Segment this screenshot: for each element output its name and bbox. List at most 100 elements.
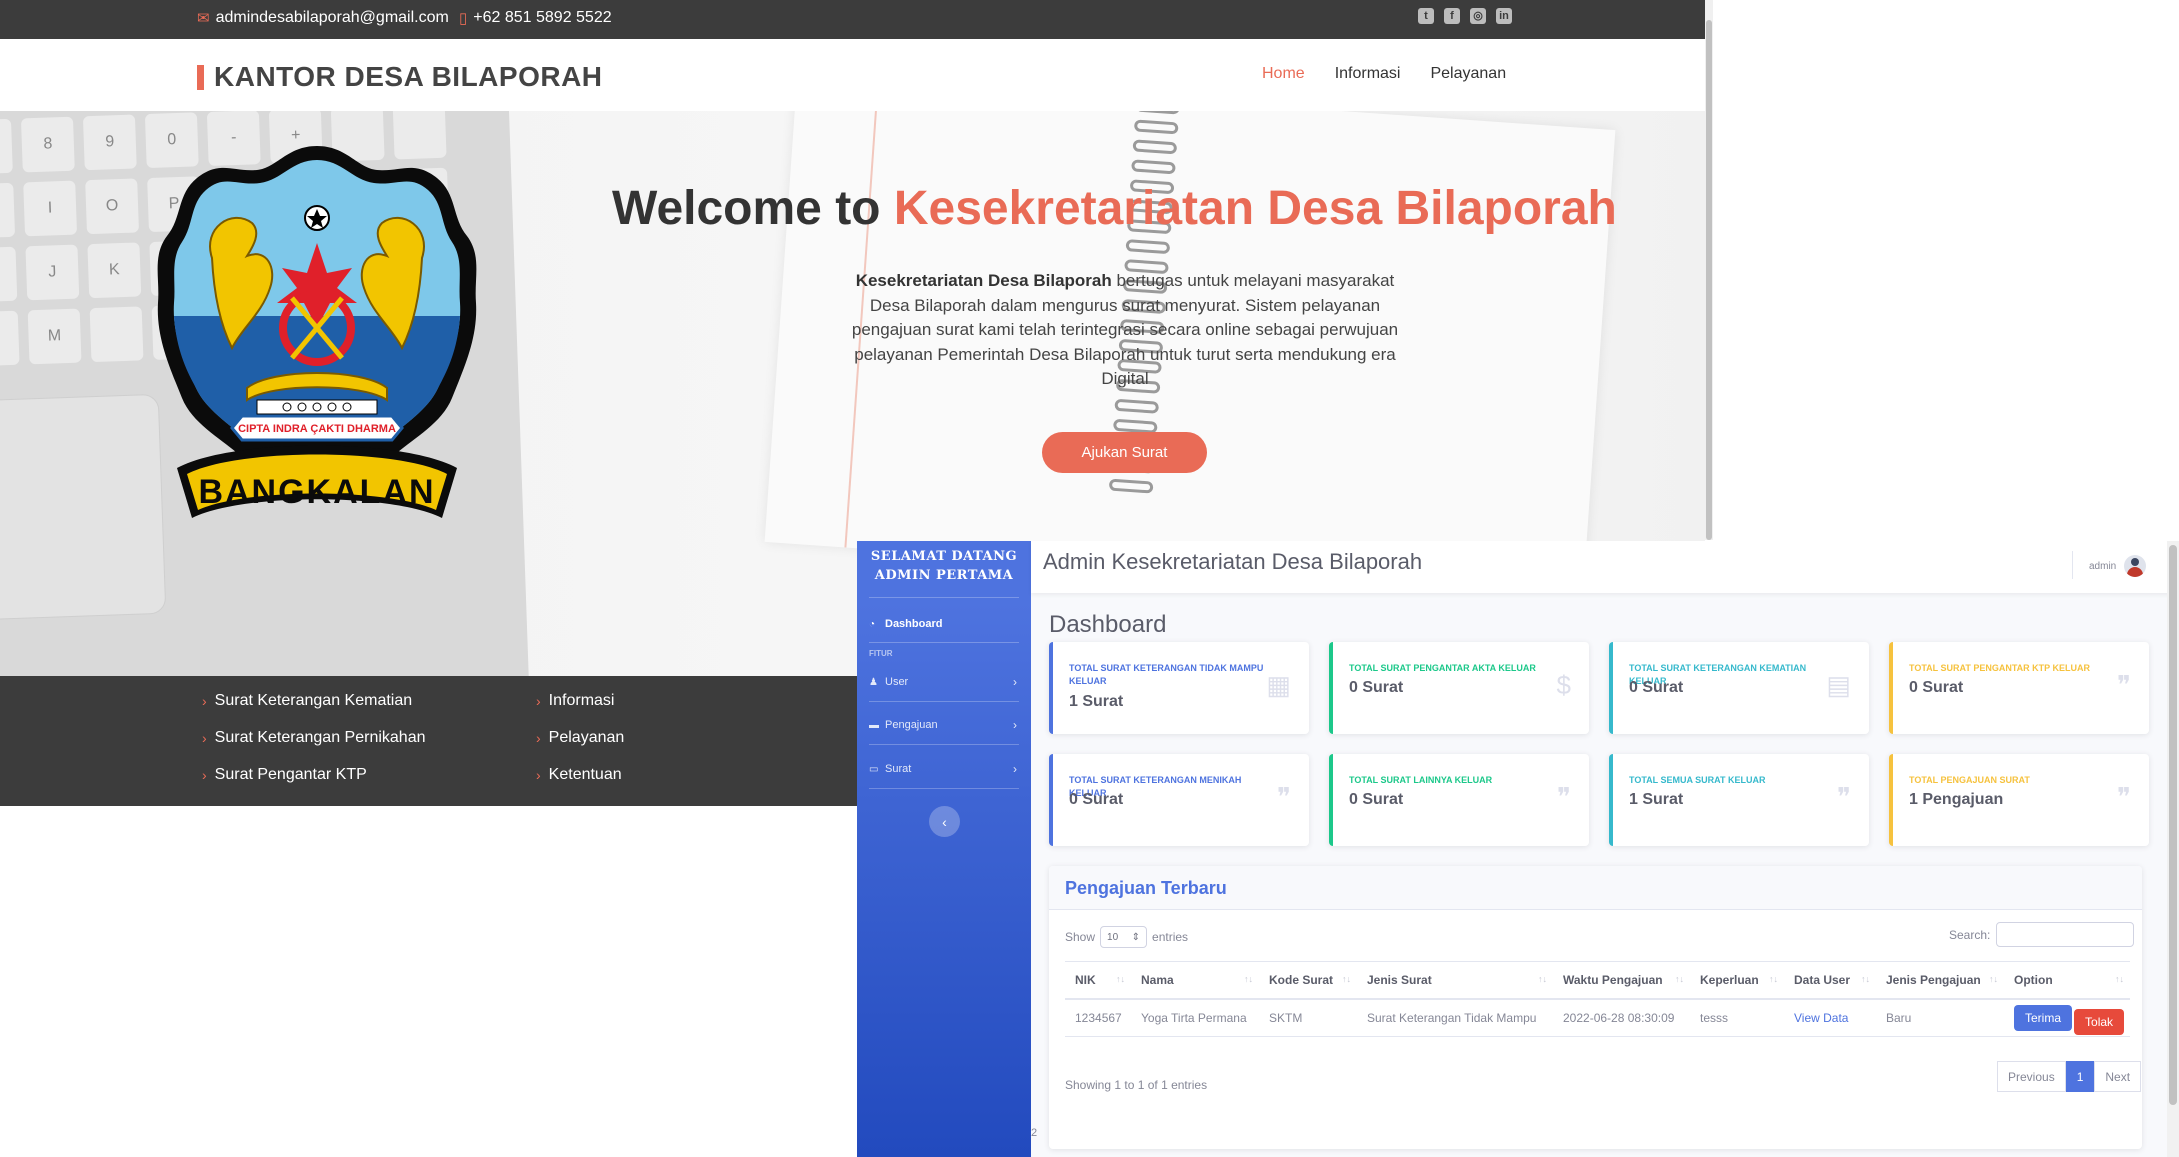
comments-icon: ❞: [2117, 670, 2131, 700]
column-header[interactable]: Waktu Pengajuan ↑↓: [1553, 961, 1690, 1000]
dollar-icon: $: [1556, 670, 1571, 700]
table-info: Showing 1 to 1 of 1 entries: [1065, 1078, 1208, 1092]
column-header[interactable]: Jenis Pengajuan ↑↓: [1876, 961, 2004, 1000]
stat-card: TOTAL SEMUA SURAT KELUAR 1 Surat ❞: [1609, 754, 1869, 846]
table-cell: 1234567: [1065, 998, 1131, 1037]
nav-informasi[interactable]: Informasi: [1335, 65, 1401, 83]
show-label: Show: [1065, 930, 1096, 944]
sidebar-item-surat[interactable]: ▭ Surat ›: [869, 759, 1021, 779]
stat-card-value: 1 Surat: [1069, 693, 1124, 710]
sidebar-item-label: Pengajuan: [885, 719, 938, 731]
site-scrollbar[interactable]: [1705, 0, 1713, 540]
stat-card-label: TOTAL SURAT PENGANTAR KTP KELUAR: [1909, 663, 2091, 673]
column-header[interactable]: Data User ↑↓: [1784, 961, 1876, 1000]
column-header-label: Waktu Pengajuan: [1563, 972, 1663, 987]
sidebar-item-dashboard[interactable]: ◔ Dashboard: [869, 614, 1021, 634]
terima-button[interactable]: Terima: [2014, 1004, 2073, 1031]
email-contact[interactable]: ✉ admindesabilaporah@gmail.com: [197, 9, 449, 27]
sort-icon: ↑↓: [2115, 974, 2124, 984]
table-cell: Yoga Tirta Permana: [1131, 998, 1259, 1037]
view-data-link[interactable]: View Data: [1794, 1011, 1848, 1025]
sidebar-divider: [869, 744, 1019, 745]
admin-title: Admin Kesekretariatan Desa Bilaporah: [1043, 549, 1423, 574]
stat-card: TOTAL SURAT KETERANGAN MENIKAH KELUAR 0 S…: [1049, 754, 1309, 846]
footer-link-label: Ketentuan: [548, 766, 622, 783]
phone-contact[interactable]: ▯ +62 851 5892 5522: [459, 9, 612, 27]
chevron-right-icon: ›: [536, 730, 541, 746]
envelope-icon: ✉: [197, 10, 210, 27]
sidebar-item-pengajuan[interactable]: ▬ Pengajuan ›: [869, 715, 1021, 735]
footer-link[interactable]: › Surat Pengantar KTP: [202, 766, 425, 784]
emblem-name: BANGKALAN: [198, 473, 435, 511]
column-header[interactable]: Jenis Surat ↑↓: [1357, 961, 1553, 1000]
column-header-label: Nama: [1141, 972, 1174, 987]
footer-link[interactable]: › Ketentuan: [536, 766, 624, 784]
footer-link[interactable]: › Surat Keterangan Pernikahan: [202, 729, 425, 747]
column-header[interactable]: NIK ↑↓: [1065, 961, 1131, 1000]
page-1-button[interactable]: 1: [2065, 1061, 2095, 1092]
footer-page-number: 2: [1031, 1127, 1038, 1139]
stat-card-label: TOTAL SEMUA SURAT KELUAR: [1629, 775, 1766, 785]
chevron-right-icon: ›: [202, 693, 207, 709]
column-header-label: Jenis Pengajuan: [1886, 972, 1981, 987]
column-header-label: Data User: [1794, 972, 1851, 987]
entries-label: entries: [1152, 930, 1189, 944]
stat-card: TOTAL SURAT KETERANGAN KEMATIAN KELUAR 0 …: [1609, 642, 1869, 734]
sidebar-item-label: Surat: [885, 763, 912, 775]
comments-icon: ❞: [1837, 782, 1851, 812]
footer-link-label: Surat Keterangan Kematian: [214, 692, 413, 709]
site-brand[interactable]: KANTOR DESA BILAPORAH: [197, 61, 603, 93]
column-header[interactable]: Option ↑↓: [2004, 961, 2130, 1000]
phone-icon: ▯: [459, 10, 468, 27]
previous-page-button[interactable]: Previous: [1997, 1061, 2066, 1092]
chevron-right-icon: ›: [202, 730, 207, 746]
sidebar-divider: [869, 701, 1019, 702]
chevron-right-icon: ›: [202, 767, 207, 783]
sidebar-brand[interactable]: SELAMAT DATANG ADMIN PERTAMA: [857, 547, 1031, 585]
select-arrows-icon: ⇕: [1131, 931, 1141, 943]
column-header[interactable]: Keperluan ↑↓: [1690, 961, 1784, 1000]
stat-card-value: 0 Surat: [1909, 679, 1964, 696]
hero-description: Kesekretariatan Desa Bilaporah bertugas …: [840, 269, 1410, 392]
sidebar-heading: FITUR: [869, 649, 893, 658]
envelope-icon: ▭: [869, 763, 879, 775]
stat-card-label: TOTAL SURAT PENGANTAR AKTA KELUAR: [1349, 663, 1536, 673]
sort-icon: ↑↓: [1116, 974, 1125, 984]
table-cell: tesss: [1690, 998, 1784, 1037]
facebook-icon[interactable]: f: [1444, 8, 1460, 24]
search-label: Search:: [1949, 927, 1991, 942]
footer-link[interactable]: › Informasi: [536, 692, 624, 710]
ajukan-surat-button[interactable]: Ajukan Surat: [1042, 432, 1207, 473]
user-menu[interactable]: admin: [2089, 555, 2147, 577]
sidebar-divider: [869, 642, 1019, 643]
column-header[interactable]: Kode Surat ↑↓: [1259, 961, 1357, 1000]
nav-pelayanan[interactable]: Pelayanan: [1430, 65, 1506, 83]
footer-link[interactable]: › Pelayanan: [536, 729, 624, 747]
chevron-right-icon: ›: [536, 693, 541, 709]
stat-card-label: TOTAL SURAT LAINNYA KELUAR: [1349, 775, 1493, 785]
footer-link-label: Surat Pengantar KTP: [214, 766, 367, 783]
footer-link-label: Surat Keterangan Pernikahan: [214, 729, 426, 746]
stat-card-value: 1 Surat: [1629, 791, 1684, 808]
desc-bold: Kesekretariatan Desa Bilaporah: [855, 271, 1112, 290]
admin-scrollbar[interactable]: [2167, 541, 2179, 1157]
sidebar-toggle-button[interactable]: ‹: [929, 806, 960, 837]
tolak-button[interactable]: Tolak: [2074, 1008, 2125, 1035]
email-text: admindesabilaporah@gmail.com: [215, 9, 449, 26]
stat-card-value: 0 Surat: [1349, 679, 1404, 696]
chevron-right-icon: ›: [1013, 762, 1017, 776]
table-cell: Baru: [1876, 998, 2004, 1037]
sidebar-brand-line1: SELAMAT DATANG: [870, 549, 1018, 564]
twitter-icon[interactable]: t: [1418, 8, 1434, 24]
sort-icon: ↑↓: [1989, 974, 1998, 984]
linkedin-icon[interactable]: in: [1496, 8, 1512, 24]
instagram-icon[interactable]: ◎: [1470, 8, 1486, 24]
entries-select[interactable]: 10 ⇕: [1100, 926, 1148, 948]
sidebar-item-label: User: [885, 676, 909, 688]
next-page-button[interactable]: Next: [2094, 1061, 2142, 1092]
sidebar-item-user[interactable]: ♟ User ›: [869, 672, 1021, 692]
footer-link[interactable]: › Surat Keterangan Kematian: [202, 692, 425, 710]
nav-home[interactable]: Home: [1262, 65, 1305, 83]
column-header[interactable]: Nama ↑↓: [1131, 961, 1259, 1000]
search-input[interactable]: [1996, 922, 2135, 947]
